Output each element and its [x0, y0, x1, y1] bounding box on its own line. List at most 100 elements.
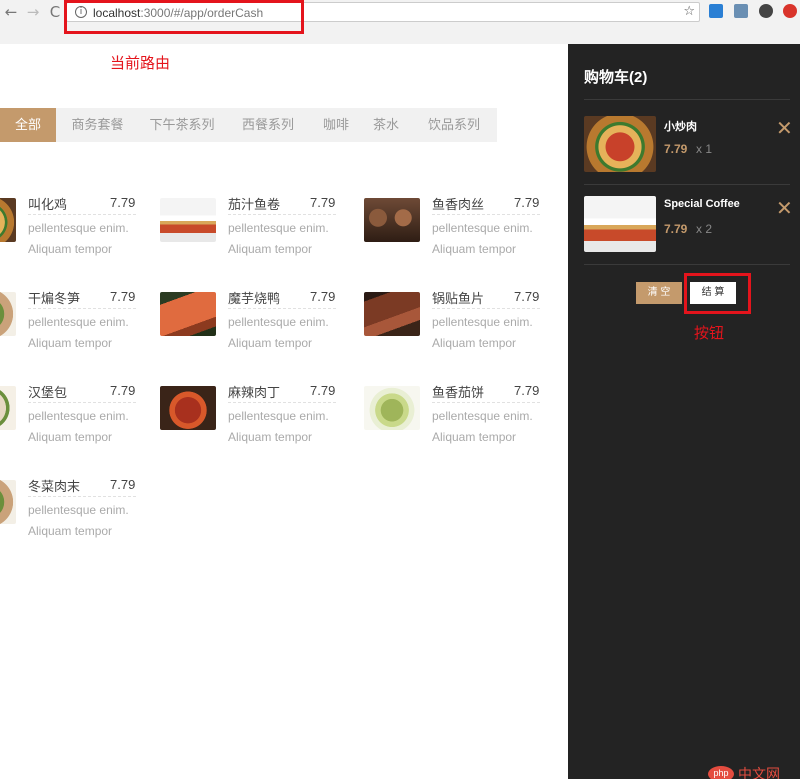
cart-item: 小炒肉 7.79 x 1 ✕ — [584, 116, 794, 178]
dish-price: 7.79 — [310, 195, 357, 210]
dish-price: 7.79 — [110, 195, 157, 210]
route-annotation: 当前路由 — [110, 52, 170, 73]
url-highlight-box — [64, 0, 304, 34]
dish-desc: pellentesque enim. — [432, 409, 533, 423]
menu-item[interactable]: 冬菜肉末 7.79 pellentesque enim. Aliquam tem… — [0, 476, 160, 556]
cart-item-name: Special Coffee — [664, 198, 740, 210]
menu-item[interactable]: 茄汁鱼卷 7.79 pellentesque enim. Aliquam tem… — [160, 194, 360, 274]
menu-item[interactable]: 锅贴鱼片 7.79 pellentesque enim. Aliquam tem… — [364, 288, 564, 368]
forward-icon[interactable]: → — [24, 3, 42, 21]
clear-cart-button[interactable]: 清 空 — [636, 282, 682, 304]
divider — [432, 214, 540, 215]
divider — [584, 184, 790, 185]
menu-item[interactable]: 叫化鸡 7.79 pellentesque enim. Aliquam temp… — [0, 194, 160, 274]
cart-item-qty: x 1 — [696, 142, 712, 156]
back-icon[interactable]: ← — [2, 3, 20, 21]
tab-business-set[interactable]: 商务套餐 — [56, 108, 139, 142]
dish-name: 魔芋烧鸭 — [228, 288, 280, 307]
extension-icon[interactable] — [734, 4, 748, 18]
dish-image — [0, 386, 16, 430]
menu-item[interactable]: 麻辣肉丁 7.79 pellentesque enim. Aliquam tem… — [160, 382, 360, 462]
divider — [228, 308, 336, 309]
dish-desc: Aliquam tempor — [28, 242, 112, 256]
dish-image — [0, 480, 16, 524]
dish-image — [160, 386, 216, 430]
button-annotation: 按钮 — [694, 322, 724, 343]
tab-afternoon-tea[interactable]: 下午茶系列 — [139, 108, 225, 142]
tab-drinks[interactable]: 饮品系列 — [411, 108, 497, 142]
tab-all[interactable]: 全部 — [0, 108, 56, 142]
dish-image — [160, 198, 216, 242]
dish-name: 冬菜肉末 — [28, 476, 80, 495]
reload-icon[interactable]: C — [46, 3, 64, 21]
dish-name: 鱼香茄饼 — [432, 382, 484, 401]
menu-item[interactable]: 魔芋烧鸭 7.79 pellentesque enim. Aliquam tem… — [160, 288, 360, 368]
watermark: php 中文网 — [708, 766, 800, 779]
bookmark-star-icon[interactable]: ☆ — [683, 4, 695, 19]
dish-name: 麻辣肉丁 — [228, 382, 280, 401]
dish-desc: Aliquam tempor — [228, 242, 312, 256]
dish-desc: Aliquam tempor — [432, 430, 516, 444]
dish-desc: pellentesque enim. — [228, 315, 329, 329]
extension-icon[interactable] — [709, 4, 723, 18]
menu-item[interactable]: 干煸冬笋 7.79 pellentesque enim. Aliquam tem… — [0, 288, 160, 368]
dish-image — [584, 116, 656, 172]
menu-item[interactable]: 汉堡包 7.79 pellentesque enim. Aliquam temp… — [0, 382, 160, 462]
extension-icon[interactable] — [783, 4, 797, 18]
divider — [228, 402, 336, 403]
dish-desc: Aliquam tempor — [228, 336, 312, 350]
tab-western[interactable]: 西餐系列 — [225, 108, 311, 142]
dish-desc: pellentesque enim. — [28, 315, 129, 329]
menu-item[interactable]: 鱼香茄饼 7.79 pellentesque enim. Aliquam tem… — [364, 382, 564, 462]
dish-desc: Aliquam tempor — [28, 524, 112, 538]
remove-icon[interactable]: ✕ — [776, 196, 793, 220]
divider — [584, 264, 790, 265]
dish-image — [364, 292, 420, 336]
divider — [432, 308, 540, 309]
cart-item-name: 小炒肉 — [664, 118, 697, 134]
dish-name: 汉堡包 — [28, 382, 67, 401]
dish-desc: Aliquam tempor — [28, 336, 112, 350]
divider — [28, 308, 136, 309]
dish-desc: pellentesque enim. — [28, 409, 129, 423]
dish-name: 茄汁鱼卷 — [228, 194, 280, 213]
dish-desc: Aliquam tempor — [432, 336, 516, 350]
dish-price: 7.79 — [514, 383, 561, 398]
dish-price: 7.79 — [310, 289, 357, 304]
cart-item-price: 7.79 — [664, 142, 687, 156]
divider — [228, 214, 336, 215]
dish-name: 鱼香肉丝 — [432, 194, 484, 213]
menu-item[interactable]: 鱼香肉丝 7.79 pellentesque enim. Aliquam tem… — [364, 194, 564, 274]
dish-price: 7.79 — [514, 195, 561, 210]
extension-icon[interactable] — [759, 4, 773, 18]
divider — [28, 402, 136, 403]
dish-image — [584, 196, 656, 252]
dish-price: 7.79 — [110, 477, 157, 492]
dish-price: 7.79 — [514, 289, 561, 304]
dish-price: 7.79 — [110, 289, 157, 304]
divider — [28, 496, 136, 497]
remove-icon[interactable]: ✕ — [776, 116, 793, 140]
cart-item-price: 7.79 — [664, 222, 687, 236]
dish-name: 锅贴鱼片 — [432, 288, 484, 307]
dish-price: 7.79 — [110, 383, 157, 398]
dish-desc: Aliquam tempor — [228, 430, 312, 444]
dish-desc: pellentesque enim. — [432, 315, 533, 329]
watermark-text: 中文网 — [738, 764, 780, 779]
divider — [28, 214, 136, 215]
dish-desc: Aliquam tempor — [432, 242, 516, 256]
dish-desc: pellentesque enim. — [28, 503, 129, 517]
dish-desc: pellentesque enim. — [228, 409, 329, 423]
tab-tea[interactable]: 茶水 — [361, 108, 411, 142]
dish-price: 7.79 — [310, 383, 357, 398]
dish-desc: pellentesque enim. — [28, 221, 129, 235]
dish-image — [0, 198, 16, 242]
dish-desc: pellentesque enim. — [432, 221, 533, 235]
dish-image — [160, 292, 216, 336]
cart-title: 购物车(2) — [584, 66, 647, 87]
cart-item-qty: x 2 — [696, 222, 712, 236]
tab-coffee[interactable]: 咖啡 — [311, 108, 361, 142]
dish-name: 叫化鸡 — [28, 194, 67, 213]
divider — [584, 99, 790, 100]
cart-item: Special Coffee 7.79 x 2 ✕ — [584, 196, 794, 258]
